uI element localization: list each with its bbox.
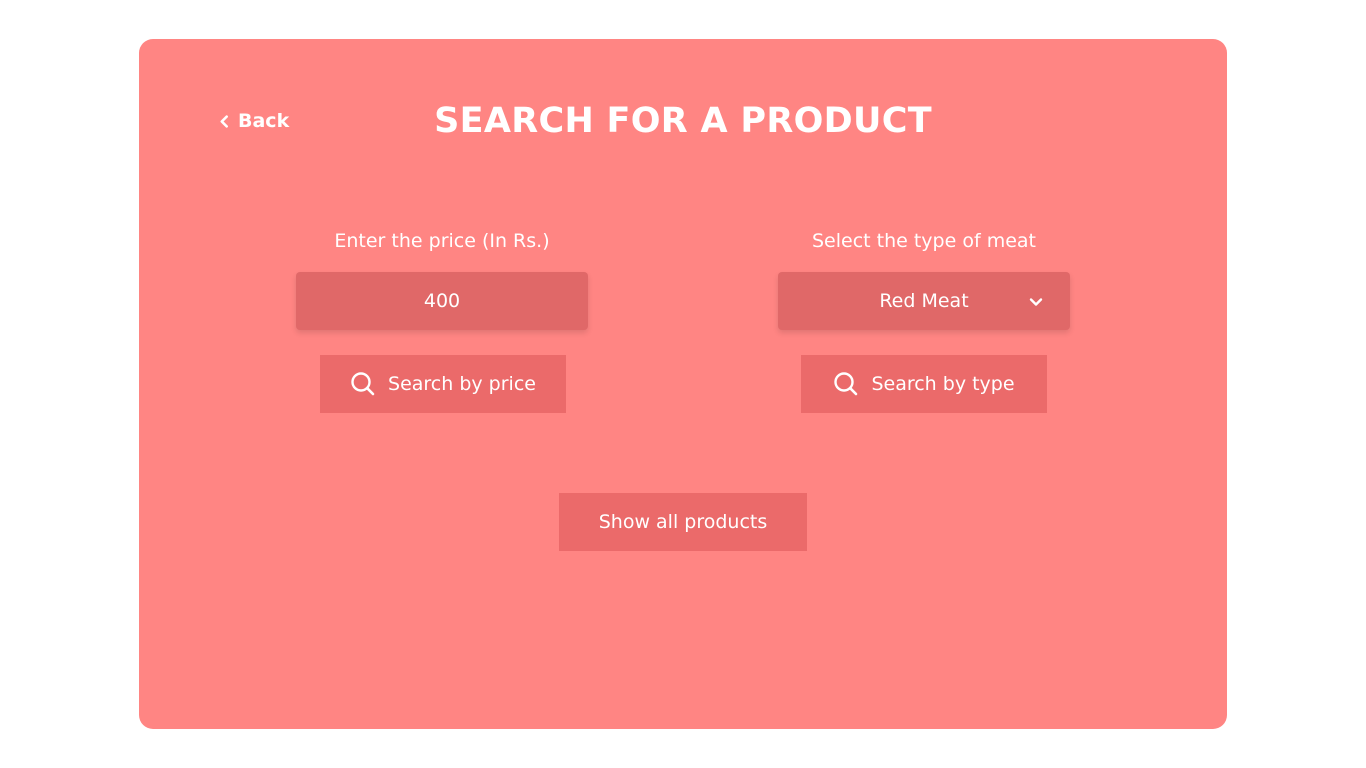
search-by-price-button[interactable]: Search by price <box>320 355 566 413</box>
search-icon <box>834 372 858 396</box>
search-by-price-label: Search by price <box>388 373 536 395</box>
meat-type-selected: Red Meat <box>879 290 969 312</box>
search-by-type-button[interactable]: Search by type <box>801 355 1047 413</box>
page-title: SEARCH FOR A PRODUCT <box>434 101 932 141</box>
search-card: Back SEARCH FOR A PRODUCT Enter the pric… <box>139 39 1227 729</box>
search-by-type-label: Search by type <box>871 373 1015 395</box>
price-field[interactable] <box>296 272 588 330</box>
search-icon <box>351 372 375 396</box>
meat-type-select[interactable]: Red Meat <box>778 272 1070 330</box>
price-input[interactable] <box>296 272 588 330</box>
show-all-products-label: Show all products <box>598 511 768 533</box>
price-label: Enter the price (In Rs.) <box>334 230 550 252</box>
show-all-products-button[interactable]: Show all products <box>559 493 807 551</box>
chevron-down-icon <box>1029 298 1043 306</box>
meat-type-label: Select the type of meat <box>811 230 1036 252</box>
